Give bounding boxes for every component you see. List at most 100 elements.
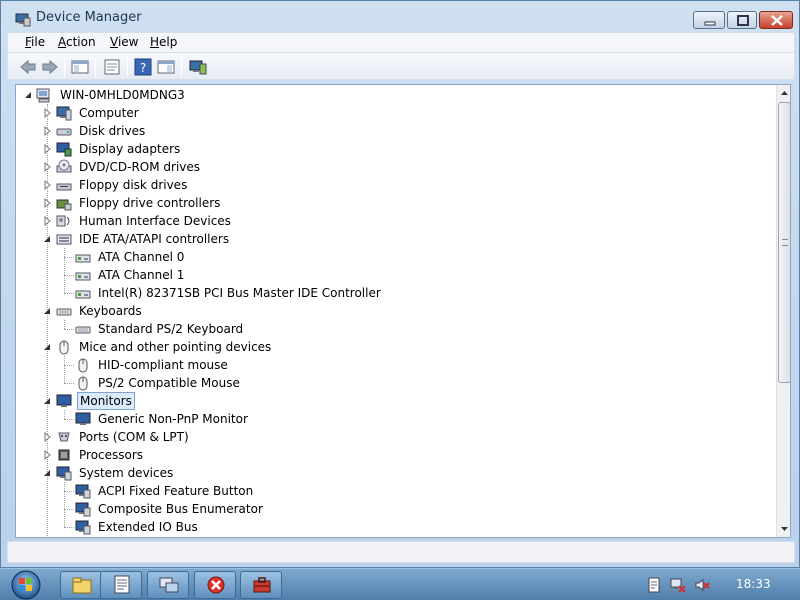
keyboard-icon bbox=[75, 321, 91, 337]
tree-device-node[interactable]: Extended IO Bus bbox=[16, 518, 776, 536]
tree-category-node[interactable]: IDE ATA/ATAPI controllers bbox=[16, 230, 776, 248]
system-device-icon bbox=[75, 483, 91, 499]
device-manager-app-icon[interactable] bbox=[15, 11, 31, 27]
monitor-icon bbox=[56, 393, 72, 409]
collapsed-arrow-icon[interactable] bbox=[43, 194, 52, 212]
collapsed-arrow-icon[interactable] bbox=[43, 446, 52, 464]
tree-node-label: IDE ATA/ATAPI controllers bbox=[79, 232, 230, 246]
expanded-arrow-icon[interactable] bbox=[43, 338, 52, 356]
tree-category-node[interactable]: Processors bbox=[16, 446, 776, 464]
tree-category-node[interactable]: Ports (COM & LPT) bbox=[16, 428, 776, 446]
expanded-arrow-icon[interactable] bbox=[43, 302, 52, 320]
device-tree[interactable]: WIN-0MHLD0MDNG3 Computer Disk drives Displa… bbox=[15, 84, 791, 538]
tree-device-node[interactable]: Composite Bus Enumerator bbox=[16, 500, 776, 518]
tree-category-node[interactable]: Mice and other pointing devices bbox=[16, 338, 776, 356]
update-driver-icon[interactable] bbox=[188, 58, 208, 76]
tree-node-label: DVD/CD-ROM drives bbox=[79, 160, 201, 174]
toolbar: ? bbox=[7, 52, 795, 80]
vertical-scrollbar[interactable] bbox=[776, 85, 790, 537]
start-button[interactable] bbox=[6, 570, 46, 600]
taskbar-button-notepad[interactable] bbox=[100, 571, 142, 599]
tree-category-node[interactable]: Keyboards bbox=[16, 302, 776, 320]
mouse-icon bbox=[56, 339, 72, 355]
menu-view[interactable]: View bbox=[110, 35, 138, 49]
taskbar-button-error[interactable] bbox=[194, 571, 236, 599]
collapsed-arrow-icon[interactable] bbox=[43, 176, 52, 194]
tree-device-node[interactable]: Generic Non-PnP Monitor bbox=[16, 410, 776, 428]
maximize-button[interactable] bbox=[727, 11, 757, 29]
taskbar-button-network[interactable] bbox=[147, 571, 189, 599]
scroll-down-arrow-icon[interactable] bbox=[777, 521, 790, 537]
tree-device-node[interactable]: Standard PS/2 Keyboard bbox=[16, 320, 776, 338]
tree-node-label: PS/2 Compatible Mouse bbox=[98, 376, 240, 390]
tree-node-label: Ports (COM & LPT) bbox=[79, 430, 189, 444]
title-bar[interactable]: Device Manager bbox=[1, 1, 799, 35]
tree-node-label: System devices bbox=[79, 466, 174, 480]
collapsed-arrow-icon[interactable] bbox=[43, 122, 52, 140]
tree-node-label: Disk drives bbox=[79, 124, 146, 138]
tree-device-node[interactable]: HID-compliant mouse bbox=[16, 356, 776, 374]
scroll-up-arrow-icon[interactable] bbox=[777, 85, 790, 101]
dvd-drive-icon bbox=[56, 159, 72, 175]
volume-muted-icon[interactable] bbox=[694, 577, 710, 593]
device-manager-window: Device Manager File Action View Help ? W… bbox=[0, 0, 800, 568]
tree-category-node[interactable]: Disk drives bbox=[16, 122, 776, 140]
expanded-arrow-icon[interactable] bbox=[43, 392, 52, 410]
svg-text:?: ? bbox=[140, 61, 146, 75]
document-icon[interactable] bbox=[646, 577, 662, 593]
tree-category-node[interactable]: Human Interface Devices bbox=[16, 212, 776, 230]
clock[interactable]: 18:33 bbox=[736, 577, 771, 591]
computer-icon bbox=[56, 105, 72, 121]
tree-device-node[interactable]: ATA Channel 1 bbox=[16, 266, 776, 284]
tree-device-node[interactable]: Intel(R) 82371SB PCI Bus Master IDE Cont… bbox=[16, 284, 776, 302]
scrollbar-thumb[interactable] bbox=[778, 102, 790, 383]
show-hide-console-tree-icon[interactable] bbox=[70, 58, 90, 76]
menu-help[interactable]: Help bbox=[150, 35, 177, 49]
tree-device-node[interactable]: ACPI Fixed Feature Button bbox=[16, 482, 776, 500]
help-icon[interactable]: ? bbox=[133, 58, 153, 76]
tree-node-label: Intel(R) 82371SB PCI Bus Master IDE Cont… bbox=[98, 286, 381, 300]
tree-category-node[interactable]: DVD/CD-ROM drives bbox=[16, 158, 776, 176]
system-tray: 18:33 bbox=[636, 570, 800, 600]
taskbar-button-toolbox[interactable] bbox=[240, 571, 282, 599]
tree-root-node[interactable]: WIN-0MHLD0MDNG3 bbox=[16, 86, 776, 104]
minimize-button[interactable] bbox=[693, 11, 725, 29]
ide-channel-icon bbox=[75, 267, 91, 283]
network-disconnected-icon[interactable] bbox=[670, 577, 686, 593]
tree-device-node[interactable]: ATA Channel 0 bbox=[16, 248, 776, 266]
expanded-arrow-icon[interactable] bbox=[43, 464, 52, 482]
menu-action[interactable]: Action bbox=[58, 35, 96, 49]
tree-category-node[interactable]: Computer bbox=[16, 104, 776, 122]
tree-category-node[interactable]: Monitors bbox=[16, 392, 776, 410]
tree-node-label: Standard PS/2 Keyboard bbox=[98, 322, 244, 336]
forward-arrow-icon[interactable] bbox=[40, 58, 60, 76]
collapsed-arrow-icon[interactable] bbox=[43, 428, 52, 446]
tree-category-node[interactable]: Floppy drive controllers bbox=[16, 194, 776, 212]
properties-icon[interactable] bbox=[102, 58, 122, 76]
show-action-pane-icon[interactable] bbox=[156, 58, 176, 76]
expanded-arrow-icon[interactable] bbox=[24, 86, 33, 104]
tree-node-label: Monitors bbox=[77, 392, 135, 410]
tree-category-node[interactable]: Floppy disk drives bbox=[16, 176, 776, 194]
tree-node-label: Processors bbox=[79, 448, 144, 462]
collapsed-arrow-icon[interactable] bbox=[43, 104, 52, 122]
collapsed-arrow-icon[interactable] bbox=[43, 158, 52, 176]
port-icon bbox=[56, 429, 72, 445]
back-arrow-icon[interactable] bbox=[18, 58, 38, 76]
taskbar-button-explorer[interactable] bbox=[60, 571, 102, 599]
collapsed-arrow-icon[interactable] bbox=[43, 140, 52, 158]
expanded-arrow-icon[interactable] bbox=[43, 230, 52, 248]
tree-category-node[interactable]: System devices bbox=[16, 464, 776, 482]
explorer-icon bbox=[72, 577, 92, 594]
tree-device-node[interactable]: PS/2 Compatible Mouse bbox=[16, 374, 776, 392]
menu-bar: File Action View Help bbox=[7, 32, 795, 52]
menu-file[interactable]: File bbox=[25, 35, 45, 49]
root-computer-icon bbox=[36, 87, 52, 103]
collapsed-arrow-icon[interactable] bbox=[43, 212, 52, 230]
processor-icon bbox=[56, 447, 72, 463]
ide-controller-icon bbox=[56, 231, 72, 247]
close-button[interactable] bbox=[759, 11, 793, 29]
tree-node-label: HID-compliant mouse bbox=[98, 358, 228, 372]
tree-category-node[interactable]: Display adapters bbox=[16, 140, 776, 158]
hid-icon bbox=[56, 213, 72, 229]
